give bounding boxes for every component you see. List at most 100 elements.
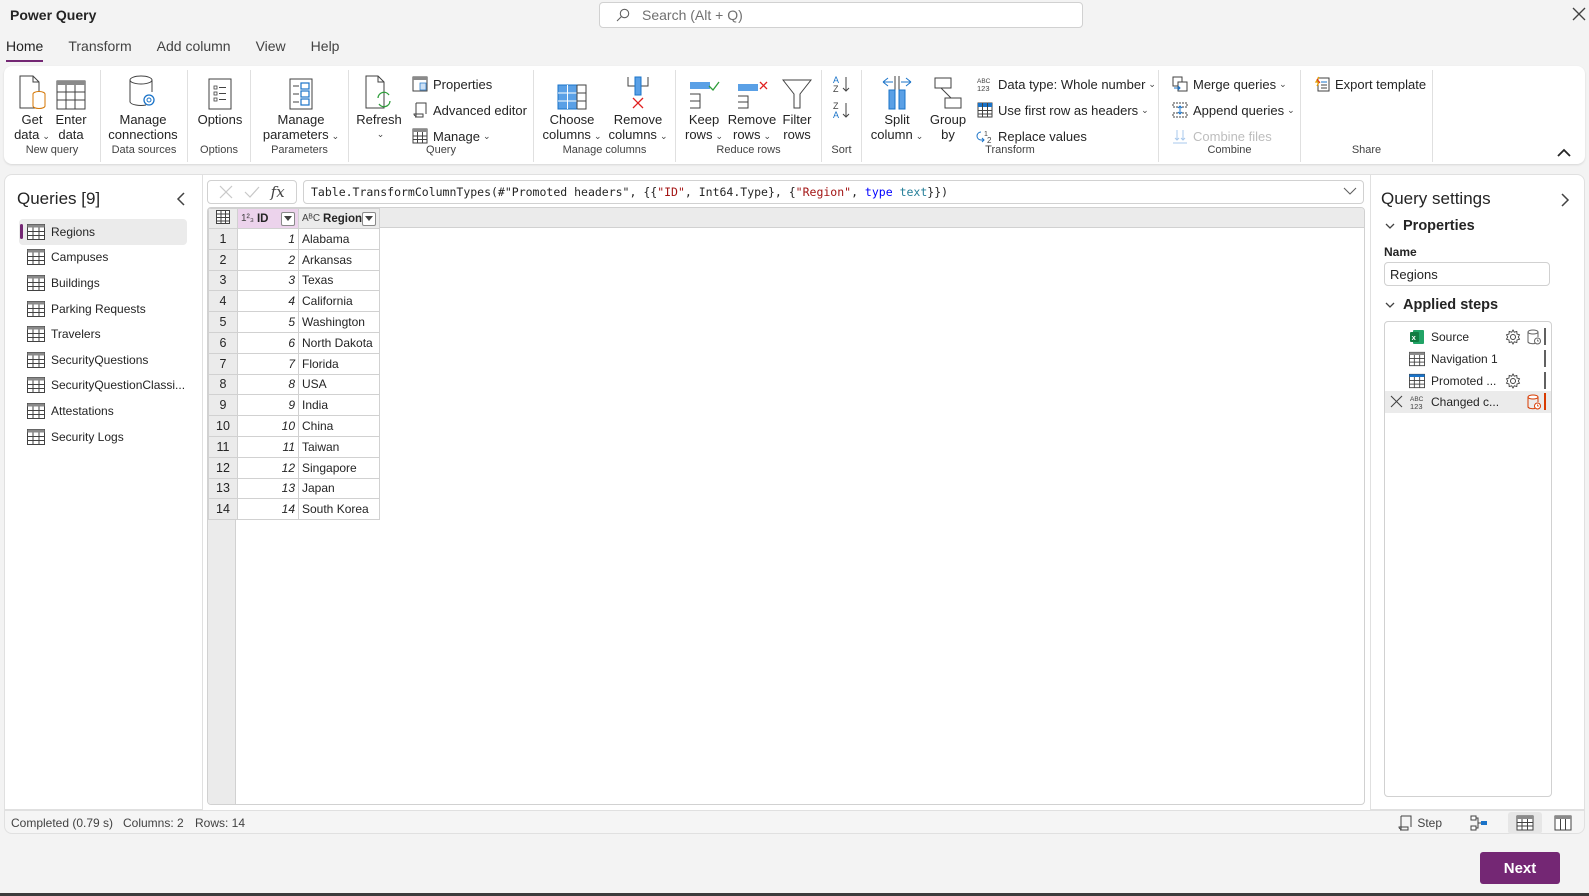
table-menu-button[interactable] [208,208,238,229]
choose-columns-button[interactable]: Choose columns ⌄ [540,72,604,144]
manage-parameters-button[interactable]: Manage parameters ⌄ [259,72,343,144]
filter-rows-button[interactable]: Filter rows [778,72,816,142]
commit-formula-icon[interactable] [244,185,260,199]
query-item[interactable]: Campuses [19,245,187,271]
whole-number-type-icon[interactable]: 1²₃ [241,213,254,224]
row-number[interactable]: 6 [208,331,238,354]
tab-home[interactable]: Home [6,36,44,62]
fx-icon[interactable]: fx [271,183,285,201]
options-button[interactable]: Options [196,72,244,127]
remove-columns-button[interactable]: Remove columns ⌄ [606,72,670,144]
collapse-ribbon-icon[interactable] [1557,148,1571,158]
applied-step[interactable]: ABC 123 Changed c... [1385,391,1551,413]
row-number[interactable]: 10 [208,415,238,437]
sort-ascending-icon[interactable]: AZ [832,74,852,94]
row-number[interactable]: 14 [208,498,238,521]
chevron-right-icon[interactable] [1560,193,1570,207]
use-first-row-button[interactable]: Use first row as headers ⌄ [976,102,1149,118]
row-number[interactable]: 11 [208,435,238,458]
gear-icon[interactable] [1505,329,1521,345]
text-type-icon[interactable]: AᴮC [302,213,320,224]
diagram-view-button[interactable] [1462,812,1496,834]
append-queries-button[interactable]: Append queries ⌄ [1171,102,1295,118]
cell-region[interactable]: Texas [297,269,381,292]
cell-region[interactable]: South Korea [297,498,381,521]
data-type-button[interactable]: ABC 123 Data type: Whole number ⌄ [976,76,1156,93]
query-item[interactable]: Buildings [19,270,187,296]
cell-region[interactable]: Washington [297,311,381,333]
tab-transform[interactable]: Transform [68,36,131,62]
row-number[interactable]: 8 [208,373,238,396]
row-number[interactable]: 13 [208,477,238,500]
manage-connections-button[interactable]: Manage connections [103,72,183,142]
query-item[interactable]: Regions [19,219,187,245]
row-number[interactable]: 1 [208,228,238,250]
split-column-button[interactable]: Split column ⌄ [870,72,924,144]
applied-step[interactable]: x Source [1385,326,1551,348]
remove-rows-button[interactable]: Remove rows ⌄ [728,72,776,144]
next-button[interactable]: Next [1480,852,1560,884]
cell-region[interactable]: China [297,415,381,437]
advanced-editor-button[interactable]: Advanced editor [411,102,527,118]
cell-region[interactable]: USA [297,373,381,396]
cell-id[interactable]: 14 [237,498,299,521]
row-number[interactable]: 9 [208,394,238,417]
tab-add-column[interactable]: Add column [157,36,231,62]
cell-id[interactable]: 10 [237,415,299,437]
cell-region[interactable]: North Dakota [297,331,381,354]
tab-view[interactable]: View [256,36,286,62]
cell-id[interactable]: 9 [237,394,299,417]
cell-id[interactable]: 1 [237,228,299,250]
cell-id[interactable]: 7 [237,352,299,375]
delete-step-icon[interactable] [1390,395,1403,408]
query-item[interactable]: SecurityQuestions [19,347,187,373]
column-filter-dropdown[interactable] [362,211,377,226]
row-number[interactable]: 7 [208,352,238,375]
cell-region[interactable]: Arkansas [297,248,381,271]
query-name-input[interactable] [1384,262,1550,286]
query-item[interactable]: Travelers [19,321,187,347]
cell-id[interactable]: 5 [237,311,299,333]
manage-button[interactable]: Manage ⌄ [411,128,491,144]
column-header-id[interactable]: 1²₃ ID [237,208,299,229]
refresh-button[interactable]: Refresh ⌄ [355,72,403,142]
applied-step[interactable]: Promoted ... [1385,370,1551,392]
cell-id[interactable]: 6 [237,331,299,354]
chevron-left-icon[interactable] [175,192,187,206]
export-template-button[interactable]: Export template [1313,76,1426,92]
row-number[interactable]: 5 [208,311,238,333]
keep-rows-button[interactable]: Keep rows ⌄ [682,72,726,144]
sort-descending-icon[interactable]: ZA [832,100,852,120]
cell-region[interactable]: Alabama [297,228,381,250]
get-data-button[interactable]: Get data ⌄ [12,72,52,144]
merge-queries-button[interactable]: Merge queries ⌄ [1171,76,1287,92]
enter-data-button[interactable]: Enter data [54,72,88,142]
properties-button[interactable]: Properties [411,76,492,92]
query-item[interactable]: SecurityQuestionClassi... [19,373,187,399]
cell-region[interactable]: Japan [297,477,381,500]
row-number[interactable]: 3 [208,269,238,292]
cancel-formula-icon[interactable] [219,185,233,199]
column-filter-dropdown[interactable] [281,211,295,226]
formula-bar[interactable]: Table.TransformColumnTypes(#"Promoted he… [303,180,1364,204]
cell-region[interactable]: Singapore [297,456,381,479]
row-number[interactable]: 4 [208,290,238,313]
gear-icon[interactable] [1505,372,1521,389]
column-header-region[interactable]: AᴮC Region [297,208,381,229]
table-view-button[interactable] [1508,812,1542,834]
row-number[interactable]: 12 [208,456,238,479]
cell-id[interactable]: 8 [237,373,299,396]
step-view-button[interactable]: Step [1389,812,1450,834]
cell-id[interactable]: 3 [237,269,299,292]
cell-region[interactable]: Taiwan [297,435,381,458]
cell-id[interactable]: 13 [237,477,299,500]
cell-id[interactable]: 12 [237,456,299,479]
applied-steps-section-toggle[interactable]: Applied steps [1385,297,1498,313]
cell-region[interactable]: Florida [297,352,381,375]
query-item[interactable]: Attestations [19,398,187,424]
schema-view-button[interactable] [1546,812,1580,834]
query-item[interactable]: Parking Requests [19,296,187,322]
combine-files-button[interactable]: Combine files [1171,128,1272,144]
search-input[interactable]: Search (Alt + Q) [599,2,1083,28]
cell-region[interactable]: California [297,290,381,313]
